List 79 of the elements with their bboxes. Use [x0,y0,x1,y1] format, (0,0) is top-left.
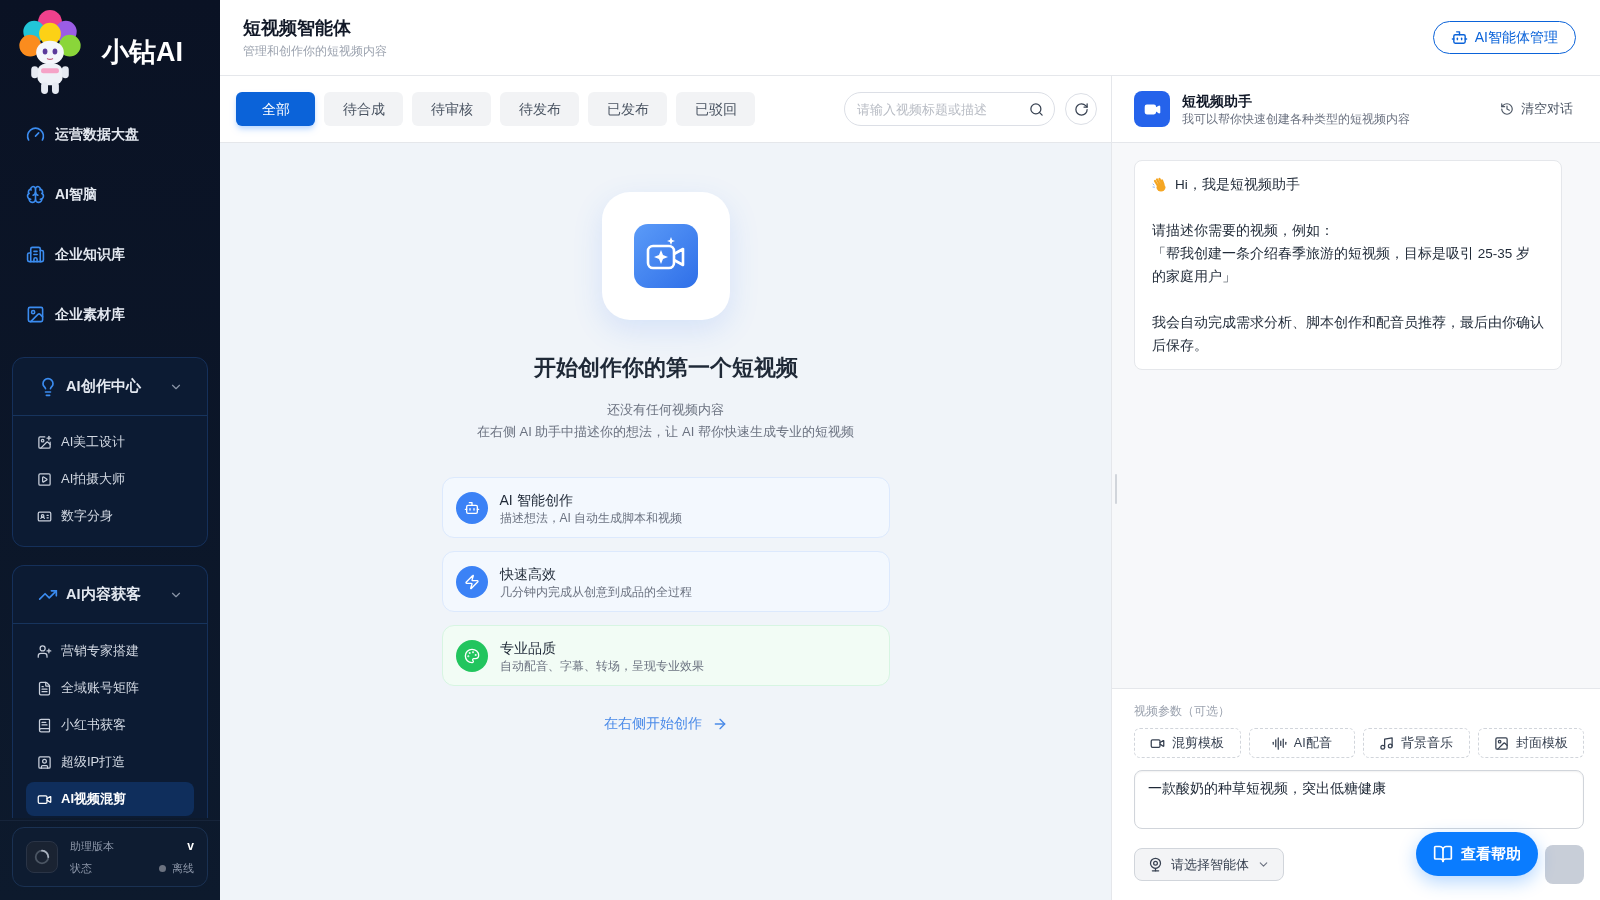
play-square-icon [37,471,52,487]
book-open-icon [1433,844,1453,864]
feature-title: AI 智能创作 [499,490,574,510]
book-icon [37,717,52,733]
status-tab[interactable]: 待审核 [412,92,491,126]
nav-group-header[interactable]: AI内容获客 [13,566,207,624]
nav-subitem[interactable]: 营销专家搭建 [26,634,194,668]
nav-item[interactable]: AI智脑 [0,164,220,224]
nav-subitem[interactable]: 超级IP打造 [26,745,194,779]
nav-group-header[interactable]: AI创作中心 [13,358,207,416]
message-text: 我会自动完成需求分析、脚本创作和配音员推荐，最后由你确认后保存。 [1152,314,1544,355]
param-option-button[interactable]: 封面模板 [1477,728,1584,758]
building-icon [26,244,45,264]
refresh-icon [1073,101,1089,117]
resize-handle[interactable] [1115,474,1117,504]
picture-icon [1493,735,1509,751]
search-icon [1029,102,1044,117]
version-value: v [187,838,194,856]
refresh-button[interactable] [1065,93,1097,125]
feature-title: 快速高效 [499,564,557,584]
document-icon [37,680,52,696]
nav-item[interactable]: 企业知识库 [0,224,220,284]
audio-wave-icon [1271,735,1287,751]
square-button[interactable] [1545,845,1584,884]
gauge-icon [26,124,45,144]
assistant-title: 短视频助手 [1182,91,1253,111]
empty-state-text: 在右侧 AI 助手中描述你的想法，让 AI 帮你快速生成专业的短视频 [477,423,854,441]
status-tab[interactable]: 已驳回 [676,92,755,126]
page-title: 短视频智能体 [243,17,352,40]
feature-description: 自动配音、字幕、转场，呈现专业效果 [499,657,704,674]
user-square-icon [37,754,52,770]
nav-subitem[interactable]: AI美工设计 [26,425,194,459]
status-tab[interactable]: 已发布 [588,92,667,126]
param-option-button[interactable]: 背景音乐 [1363,728,1470,758]
assistant-subtitle: 我可以帮你快速创建各种类型的短视频内容 [1182,111,1410,127]
brain-icon [26,184,45,204]
status-tab[interactable]: 待发布 [500,92,579,126]
nav-item[interactable]: 运营数据大盘 [0,104,220,164]
nav-item[interactable]: 企业素材库 [0,284,220,344]
video-sparkle-icon [633,224,698,288]
status-tab[interactable]: 待合成 [324,92,403,126]
nav-subitem[interactable]: 全域账号矩阵 [26,671,194,705]
picture-icon [26,304,45,324]
nav-subitem[interactable]: AI视频混剪 [26,782,194,816]
prompt-input[interactable]: 一款酸奶的种草短视频，突出低糖健康 [1134,770,1584,829]
page-subtitle: 管理和创作你的短视频内容 [243,43,387,59]
param-option-button[interactable]: 混剪模板 [1134,728,1241,758]
history-icon [1500,102,1514,116]
webcam-icon [1148,857,1163,872]
loading-ring-icon [26,841,58,873]
message-text: 请描述你需要的视频，例如： [1152,222,1335,240]
empty-state-title: 开始创作你的第一个短视频 [533,354,798,382]
status-value: 离线 [172,861,194,877]
clear-chat-button[interactable]: 清空对话 [1500,99,1573,119]
user-plus-icon [37,643,52,659]
bot-icon [1450,29,1468,46]
message-text: 「帮我创建一条介绍春季旅游的短视频，目标是吸引 25-35 岁的家庭用户」 [1152,245,1532,286]
status-tab[interactable]: 全部 [236,92,315,126]
brand-name: 小钻AI [102,35,183,69]
param-option-button[interactable]: AI配音 [1248,728,1355,758]
feature-description: 几分钟内完成从创意到成品的全过程 [499,583,692,600]
music-note-icon [1379,735,1395,751]
image-plus-icon [37,434,52,450]
nav-subitem[interactable]: 数字分身 [26,499,194,533]
video-camera-icon [1134,91,1170,127]
version-label: 助理版本 [70,839,114,854]
nav-subitem[interactable]: 小红书获客 [26,708,194,742]
help-button[interactable]: 查看帮助 [1416,832,1538,876]
feature-description: 描述想法，AI 自动生成脚本和视频 [499,509,683,526]
message-text: Hi，我是短视频助手 [1175,176,1300,194]
feature-title: 专业品质 [499,638,557,658]
nav-subitem[interactable]: AI拍摄大师 [26,462,194,496]
params-label: 视频参数（可选） [1134,703,1231,720]
status-label: 状态 [70,861,92,877]
waving-hand-icon [1152,176,1168,193]
search-field[interactable]: 请输入视频标题或描述 [844,92,1055,126]
agent-select[interactable]: 请选择智能体 [1134,848,1284,881]
id-card-icon [37,508,52,524]
empty-state-text: 还没有任何视频内容 [607,401,724,419]
